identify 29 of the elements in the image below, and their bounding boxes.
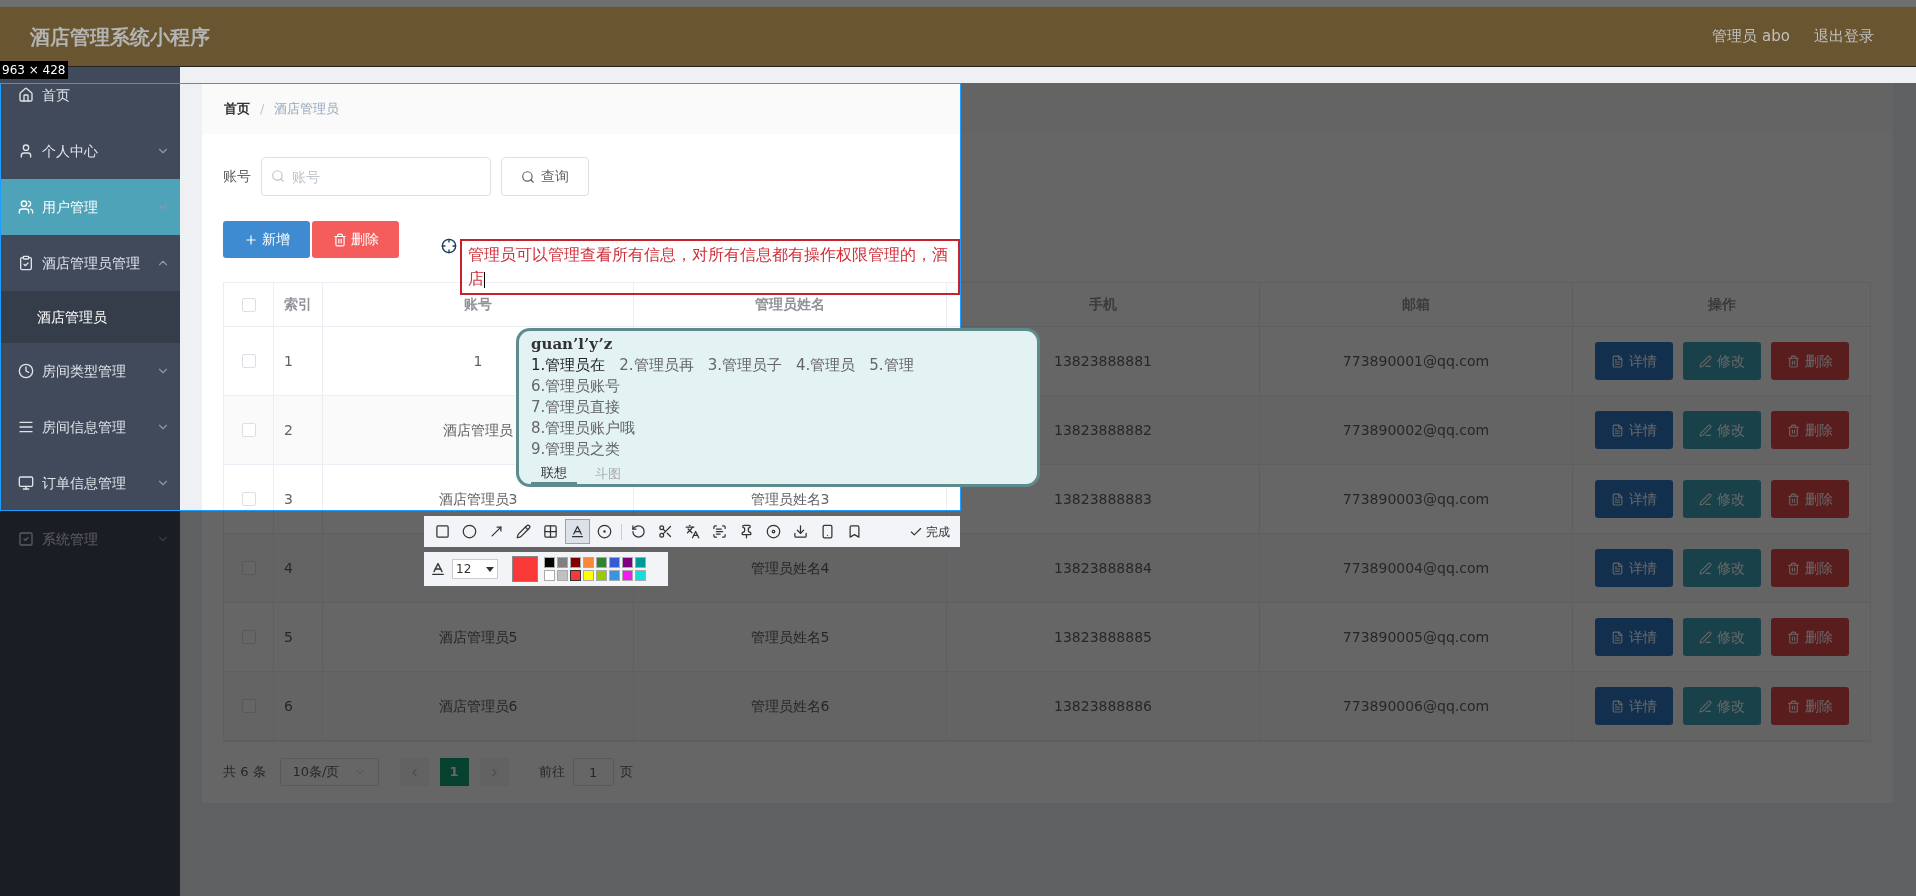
table-cell: 4 bbox=[274, 534, 323, 602]
table-cell: 管理员姓名6 bbox=[634, 672, 947, 740]
page-suffix: 页 bbox=[619, 763, 633, 782]
column-header: 索引 bbox=[274, 283, 323, 326]
table-cell: 酒店管理员6 bbox=[323, 672, 634, 740]
table-cell: 13823888886 bbox=[947, 672, 1260, 740]
table-cell: 773890006@qq.com bbox=[1260, 672, 1573, 740]
table-cell: 773890005@qq.com bbox=[1260, 603, 1573, 671]
selection-size-tooltip: 963 × 428 bbox=[0, 61, 68, 79]
ime-pinyin-text: guan’l’y’z bbox=[531, 334, 614, 355]
total-count: 共 6 条 bbox=[223, 763, 266, 782]
table-cell: 773890002@qq.com bbox=[1260, 396, 1573, 464]
table-cell: 1 bbox=[274, 327, 323, 395]
table-cell: 773890003@qq.com bbox=[1260, 465, 1573, 533]
goto-label: 前往 bbox=[538, 763, 565, 782]
table-cell: 3 bbox=[274, 465, 323, 533]
table-cell: 酒店管理员5 bbox=[323, 603, 634, 671]
table-cell: 5 bbox=[274, 603, 323, 671]
table-cell: 管理员姓名5 bbox=[634, 603, 947, 671]
table-cell: 13823888885 bbox=[947, 603, 1260, 671]
app-title: 酒店管理系统小程序 bbox=[30, 23, 210, 51]
breadcrumb-separator: / bbox=[260, 99, 265, 118]
table-cell: 2 bbox=[274, 396, 323, 464]
search-label: 账号 bbox=[223, 167, 251, 186]
table-cell: 773890004@qq.com bbox=[1260, 534, 1573, 602]
table-cell: 6 bbox=[274, 672, 323, 740]
user-name: 管理员 abo bbox=[1712, 26, 1790, 48]
column-header: 管理员姓名 bbox=[634, 283, 947, 326]
table-cell: 773890001@qq.com bbox=[1260, 327, 1573, 395]
